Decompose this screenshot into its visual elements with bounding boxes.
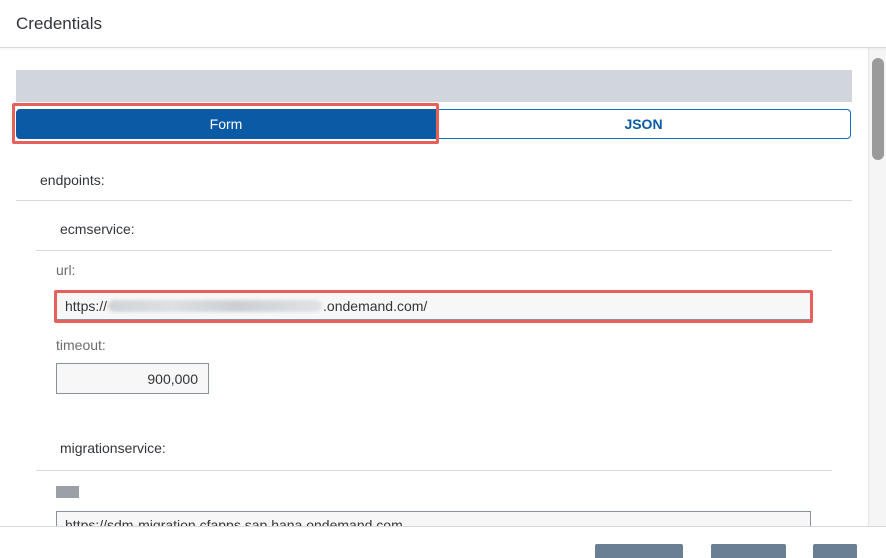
- divider: [36, 470, 832, 471]
- vertical-scrollbar[interactable]: [868, 48, 886, 526]
- footer-button-3[interactable]: [813, 544, 857, 558]
- footer-button-2[interactable]: [711, 544, 786, 558]
- credentials-dialog: Credentials Form JSON endpoints: ecmserv…: [0, 0, 886, 558]
- url-label: url:: [56, 262, 76, 278]
- divider: [16, 200, 852, 201]
- endpoints-label: endpoints:: [40, 172, 105, 188]
- divider: [36, 250, 832, 251]
- footer-button-1[interactable]: [595, 544, 683, 558]
- migration-url-input[interactable]: https://sdm-migration.cfapps.sap.hana.on…: [56, 511, 811, 526]
- timeout-label: timeout:: [56, 337, 106, 353]
- migration-url-value: https://sdm-migration.cfapps.sap.hana.on…: [65, 517, 403, 526]
- scrollbar-thumb[interactable]: [872, 58, 884, 160]
- info-bar: [16, 70, 852, 102]
- json-toggle-button[interactable]: JSON: [436, 109, 851, 139]
- dialog-header: Credentials: [0, 0, 886, 48]
- dialog-title: Credentials: [16, 14, 102, 33]
- url-input-highlight: [54, 290, 813, 323]
- collapsed-field-indicator: [56, 486, 79, 498]
- timeout-input[interactable]: 900,000: [56, 363, 209, 394]
- timeout-value: 900,000: [147, 370, 198, 387]
- migrationservice-label: migrationservice:: [60, 440, 166, 456]
- dialog-footer: [0, 526, 886, 558]
- json-toggle-label: JSON: [624, 116, 663, 132]
- dialog-content: Form JSON endpoints: ecmservice: url: ht…: [0, 48, 868, 526]
- ecmservice-label: ecmservice:: [60, 221, 135, 237]
- form-toggle-highlight: [12, 103, 439, 144]
